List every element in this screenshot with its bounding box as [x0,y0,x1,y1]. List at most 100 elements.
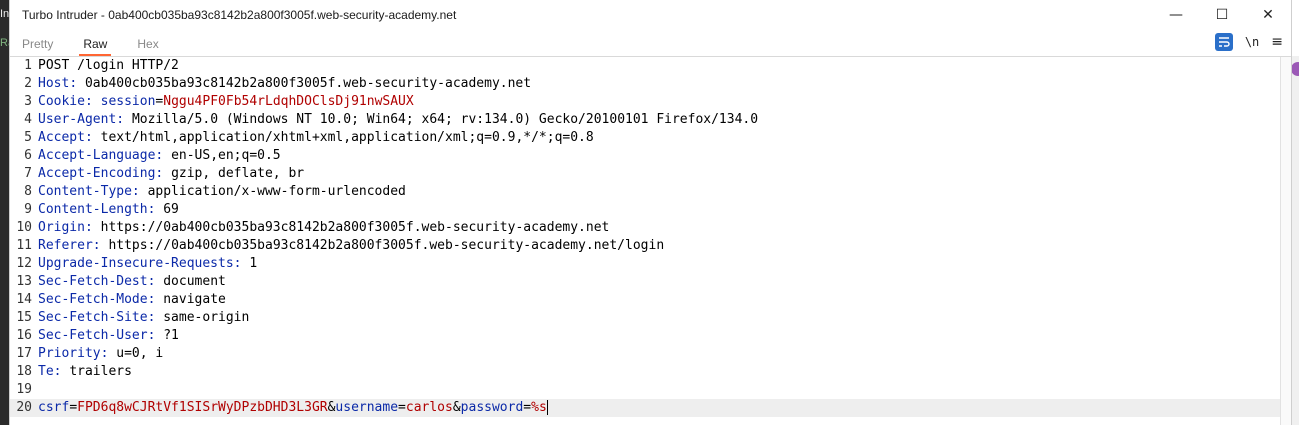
header-name: User-Agent [38,112,117,127]
tab-hex[interactable]: Hex [125,30,170,56]
editor-line[interactable]: 6 Accept-Language: en-US,en;q=0.5 [10,147,1281,165]
line-content: Priority: u=0, i [38,346,164,361]
header-value: https://0ab400cb035ba93c8142b2a800f3005f… [108,238,665,253]
line-number: 10 [16,220,32,235]
editor-line[interactable]: 13 Sec-Fetch-Dest: document [10,273,1281,291]
maximize-button[interactable]: ☐ [1199,0,1245,30]
editor-line[interactable]: 19 [10,381,1281,399]
param-value: FPD6q8wCJRtVf1SISrWyDPzbDHD3L3GR [77,400,328,415]
header-value: u=0, i [116,346,164,361]
header-name: Upgrade-Insecure-Requests [38,256,234,271]
line-content: csrf=FPD6q8wCJRtVf1SISrWyDPzbDHD3L3GR&us… [38,400,548,415]
line-number: 5 [24,130,32,145]
editor-line[interactable]: 9 Content-Length: 69 [10,201,1281,219]
header-value: text/html,application/xhtml+xml,applicat… [100,130,594,145]
header-name: Sec-Fetch-User [38,328,148,343]
vertical-scrollbar[interactable] [1280,57,1291,425]
header-name: Priority [38,346,101,361]
editor-line[interactable]: 12 Upgrade-Insecure-Requests: 1 [10,255,1281,273]
editor-line[interactable]: 18 Te: trailers [10,363,1281,381]
editor-tools: \n ≡ [1214,33,1283,51]
line-content: Sec-Fetch-User: ?1 [38,328,179,343]
editor-line[interactable]: 14 Sec-Fetch-Mode: navigate [10,291,1281,309]
line-number: 20 [16,400,32,415]
line-number: 13 [16,274,32,289]
param-name: username [335,400,399,415]
header-value: trailers [69,364,132,379]
word-wrap-icon[interactable] [1214,33,1233,51]
editor-line[interactable]: 5 Accept: text/html,application/xhtml+xml… [10,129,1281,147]
text-caret [546,400,548,415]
line-number: 14 [16,292,32,307]
editor-line[interactable]: 2 Host: 0ab400cb035ba93c8142b2a800f3005f.… [10,75,1281,93]
line-content: Origin: https://0ab400cb035ba93c8142b2a8… [38,220,610,235]
cookie-name: session [100,94,156,109]
close-button[interactable]: ✕ [1245,0,1291,30]
editor-line[interactable]: 7 Accept-Encoding: gzip, deflate, br [10,165,1281,183]
request-line: POST /login HTTP/2 [38,58,179,73]
editor-line[interactable]: 1 POST /login HTTP/2 [10,57,1281,75]
turbo-intruder-window: Turbo Intruder - 0ab400cb035ba93c8142b2a… [9,0,1292,425]
background-text-top: In [0,8,9,20]
menu-icon[interactable]: ≡ [1271,34,1283,50]
line-content: Accept: text/html,application/xhtml+xml,… [38,130,594,145]
window-title: Turbo Intruder - 0ab400cb035ba93c8142b2a… [22,8,457,22]
line-content: Cookie: session=Nggu4PF0Fb54rLdqhDOClsDj… [38,94,414,109]
param-value: carlos [405,400,453,415]
editor-line[interactable]: 15 Sec-Fetch-Site: same-origin [10,309,1281,327]
header-name: Accept-Encoding [38,166,156,181]
line-number: 12 [16,256,32,271]
header-name: Content-Length [38,202,148,217]
line-number: 16 [16,328,32,343]
param-name: csrf [38,400,70,415]
title-bar[interactable]: Turbo Intruder - 0ab400cb035ba93c8142b2a… [10,0,1291,30]
line-number: 4 [24,112,32,127]
show-newlines-button[interactable]: \n [1245,35,1259,49]
request-editor[interactable]: 1 POST /login HTTP/2 2 Host: 0ab400cb035ba9… [10,57,1281,425]
line-number: 6 [24,148,32,163]
background-app-left: In Ra [0,0,9,425]
header-name: Sec-Fetch-Dest [38,274,148,289]
tab-pretty[interactable]: Pretty [10,30,65,56]
editor-line[interactable]: 16 Sec-Fetch-User: ?1 [10,327,1281,345]
line-content: Accept-Language: en-US,en;q=0.5 [38,148,281,163]
header-value: application/x-www-form-urlencoded [147,184,406,199]
editor-line[interactable]: 8 Content-Type: application/x-www-form-ur… [10,183,1281,201]
header-value: https://0ab400cb035ba93c8142b2a800f3005f… [100,220,610,235]
param-value: %s [531,400,547,415]
editor-line[interactable]: 4 User-Agent: Mozilla/5.0 (Windows NT 10.… [10,111,1281,129]
line-content: Content-Length: 69 [38,202,179,217]
header-name: Referer [38,238,93,253]
line-content: User-Agent: Mozilla/5.0 (Windows NT 10.0… [38,112,759,127]
editor-line[interactable]: 17 Priority: u=0, i [10,345,1281,363]
line-number: 7 [24,166,32,181]
line-content: Host: 0ab400cb035ba93c8142b2a800f3005f.w… [38,76,532,91]
line-number: 15 [16,310,32,325]
line-content: Sec-Fetch-Mode: navigate [38,292,226,307]
header-value: Mozilla/5.0 (Windows NT 10.0; Win64; x64… [131,112,759,127]
header-name: Accept [38,130,85,145]
editor-line[interactable]: 10 Origin: https://0ab400cb035ba93c8142b2… [10,219,1281,237]
header-value: ?1 [163,328,179,343]
editor-line[interactable]: 3 Cookie: session=Nggu4PF0Fb54rLdqhDOClsD… [10,93,1281,111]
tab-raw[interactable]: Raw [71,30,119,56]
header-name: Host [38,76,70,91]
header-name: Sec-Fetch-Mode [38,292,148,307]
line-number: 8 [24,184,32,199]
header-value: navigate [163,292,226,307]
line-content: Referer: https://0ab400cb035ba93c8142b2a… [38,238,665,253]
header-name: Te [38,364,54,379]
header-value: document [163,274,226,289]
line-content: Sec-Fetch-Dest: document [38,274,226,289]
editor-line[interactable]: 11 Referer: https://0ab400cb035ba93c8142b… [10,237,1281,255]
minimize-button[interactable]: — [1153,0,1199,30]
header-value: same-origin [163,310,250,325]
line-number: 17 [16,346,32,361]
header-value: en-US,en;q=0.5 [171,148,281,163]
header-value: 69 [163,202,179,217]
header-value: 1 [249,256,258,271]
editor-line[interactable]: 20 csrf=FPD6q8wCJRtVf1SISrWyDPzbDHD3L3GR&… [10,399,1281,417]
window-controls: — ☐ ✕ [1153,0,1291,30]
line-number: 9 [24,202,32,217]
cookie-value: Nggu4PF0Fb54rLdqhDOClsDj91nwSAUX [163,94,414,109]
